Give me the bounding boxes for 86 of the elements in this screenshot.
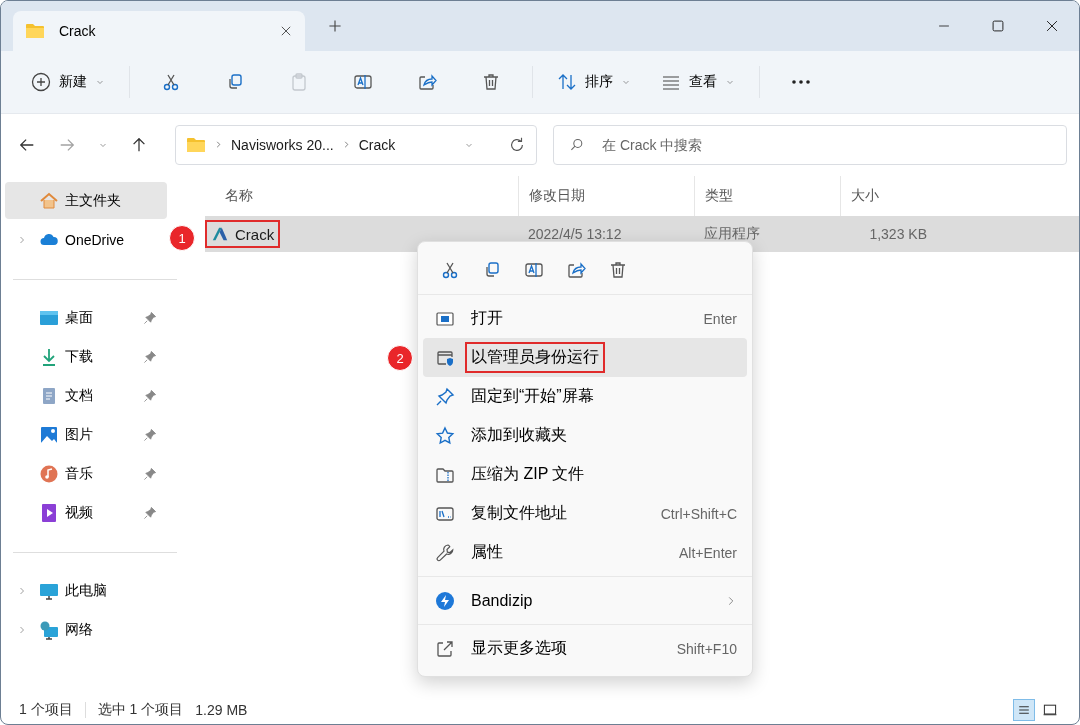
star-icon (435, 425, 455, 446)
rename-icon (353, 72, 373, 92)
scissors-icon (161, 72, 181, 92)
wrench-icon (435, 542, 455, 563)
pin-icon (143, 505, 157, 520)
forward-arrow-icon (58, 136, 76, 154)
sidebar-item[interactable]: 桌面 (1, 299, 167, 336)
sidebar-item[interactable]: 图片 (1, 416, 167, 453)
sidebar-item[interactable]: 网络 (1, 611, 167, 648)
video-icon (39, 502, 59, 523)
folder-icon (186, 135, 206, 155)
step-badge: 1 (169, 225, 195, 251)
lightning-circle-icon (435, 590, 455, 611)
app-logo-icon (211, 225, 229, 243)
music-icon (39, 463, 59, 484)
chevron-right-icon (17, 234, 27, 245)
expand-icon (435, 638, 455, 659)
back-arrow-icon (18, 136, 36, 154)
trash-icon (481, 72, 501, 92)
search-icon (569, 137, 585, 153)
shortcut-label: Enter (703, 310, 737, 327)
size-cell-text: 1,323 KB (868, 226, 928, 242)
menu-item[interactable]: 属性 Alt+Enter (423, 533, 747, 572)
view-toggle[interactable] (1013, 699, 1035, 721)
pin-icon (435, 386, 455, 407)
network-icon (39, 619, 59, 640)
file-name: Crack (207, 222, 279, 246)
tiles-view-icon (1042, 702, 1058, 718)
close-icon (279, 24, 293, 38)
folder-icon (25, 21, 45, 41)
new-button[interactable]: 新建 (19, 64, 117, 100)
step-badge: 2 (387, 345, 413, 371)
share-icon (566, 260, 586, 280)
breadcrumb[interactable]: Navisworks 20... (231, 137, 334, 153)
shortcut-label: Alt+Enter (679, 544, 737, 561)
maximize-icon (991, 19, 1005, 33)
sidebar-item[interactable]: 主文件夹 (5, 182, 167, 219)
home-icon (39, 190, 59, 211)
date-cell-text: 2022/4/5 13:12 (527, 226, 623, 242)
view-button[interactable]: 查看 (649, 64, 747, 100)
image-icon (39, 424, 59, 445)
type-cell-text: 应用程序 (703, 225, 761, 243)
tab[interactable]: Crack (13, 11, 305, 51)
sidebar-item[interactable]: 音乐 (1, 455, 167, 492)
trash-icon (608, 260, 628, 280)
sidebar-item[interactable]: 下载 (1, 338, 167, 375)
item-count: 1 个项目 (19, 701, 73, 719)
selection-size: 1.29 MB (195, 702, 248, 718)
pin-icon (143, 388, 157, 403)
menu-item[interactable]: 打开 Enter (423, 299, 747, 338)
sidebar-item[interactable]: 视频 (1, 494, 167, 531)
sidebar-item[interactable]: OneDrive (1, 221, 167, 258)
menu-item[interactable]: 添加到收藏夹 (423, 416, 747, 455)
pin-icon (143, 427, 157, 442)
chevron-right-icon (17, 585, 27, 596)
menu-item[interactable]: 压缩为 ZIP 文件 (423, 455, 747, 494)
shortcut-label: Shift+F10 (676, 640, 737, 657)
share-icon (417, 72, 437, 92)
sort-button[interactable]: 排序 (545, 64, 643, 100)
menu-item[interactable]: 显示更多选项 Shift+F10 (423, 629, 747, 668)
menu-item[interactable]: Bandizip (423, 581, 747, 620)
plus-icon (327, 18, 343, 34)
breadcrumb[interactable]: Crack (358, 137, 396, 153)
refresh-icon (508, 136, 526, 154)
address-bar[interactable]: Navisworks 20... Crack (175, 125, 537, 165)
menu-item[interactable]: 复制文件地址 Ctrl+Shift+C (423, 494, 747, 533)
menu-item[interactable]: 固定到“开始”屏幕 (423, 377, 747, 416)
chevron-right-icon (17, 624, 27, 635)
pin-icon (143, 466, 157, 481)
selection-count: 选中 1 个项目 (97, 701, 184, 719)
chevron-right-icon (214, 140, 223, 149)
sidebar-item[interactable]: 此电脑 (1, 572, 167, 609)
rename-icon (524, 260, 544, 280)
scissors-icon (440, 260, 460, 280)
sort-arrows-icon (557, 72, 577, 92)
search-field[interactable]: 在 Crack 中搜索 (553, 125, 1067, 165)
close-icon (1045, 19, 1059, 33)
sidebar-item[interactable]: 文档 (1, 377, 167, 414)
pin-icon (143, 349, 157, 364)
up-arrow-icon (130, 136, 148, 154)
plus-circle-icon (31, 72, 51, 92)
pin-icon (143, 310, 157, 325)
more-icon (791, 80, 811, 84)
shortcut-label: Ctrl+Shift+C (660, 505, 737, 522)
paste-icon (289, 72, 309, 92)
column-header[interactable]: 名称 (205, 176, 518, 216)
